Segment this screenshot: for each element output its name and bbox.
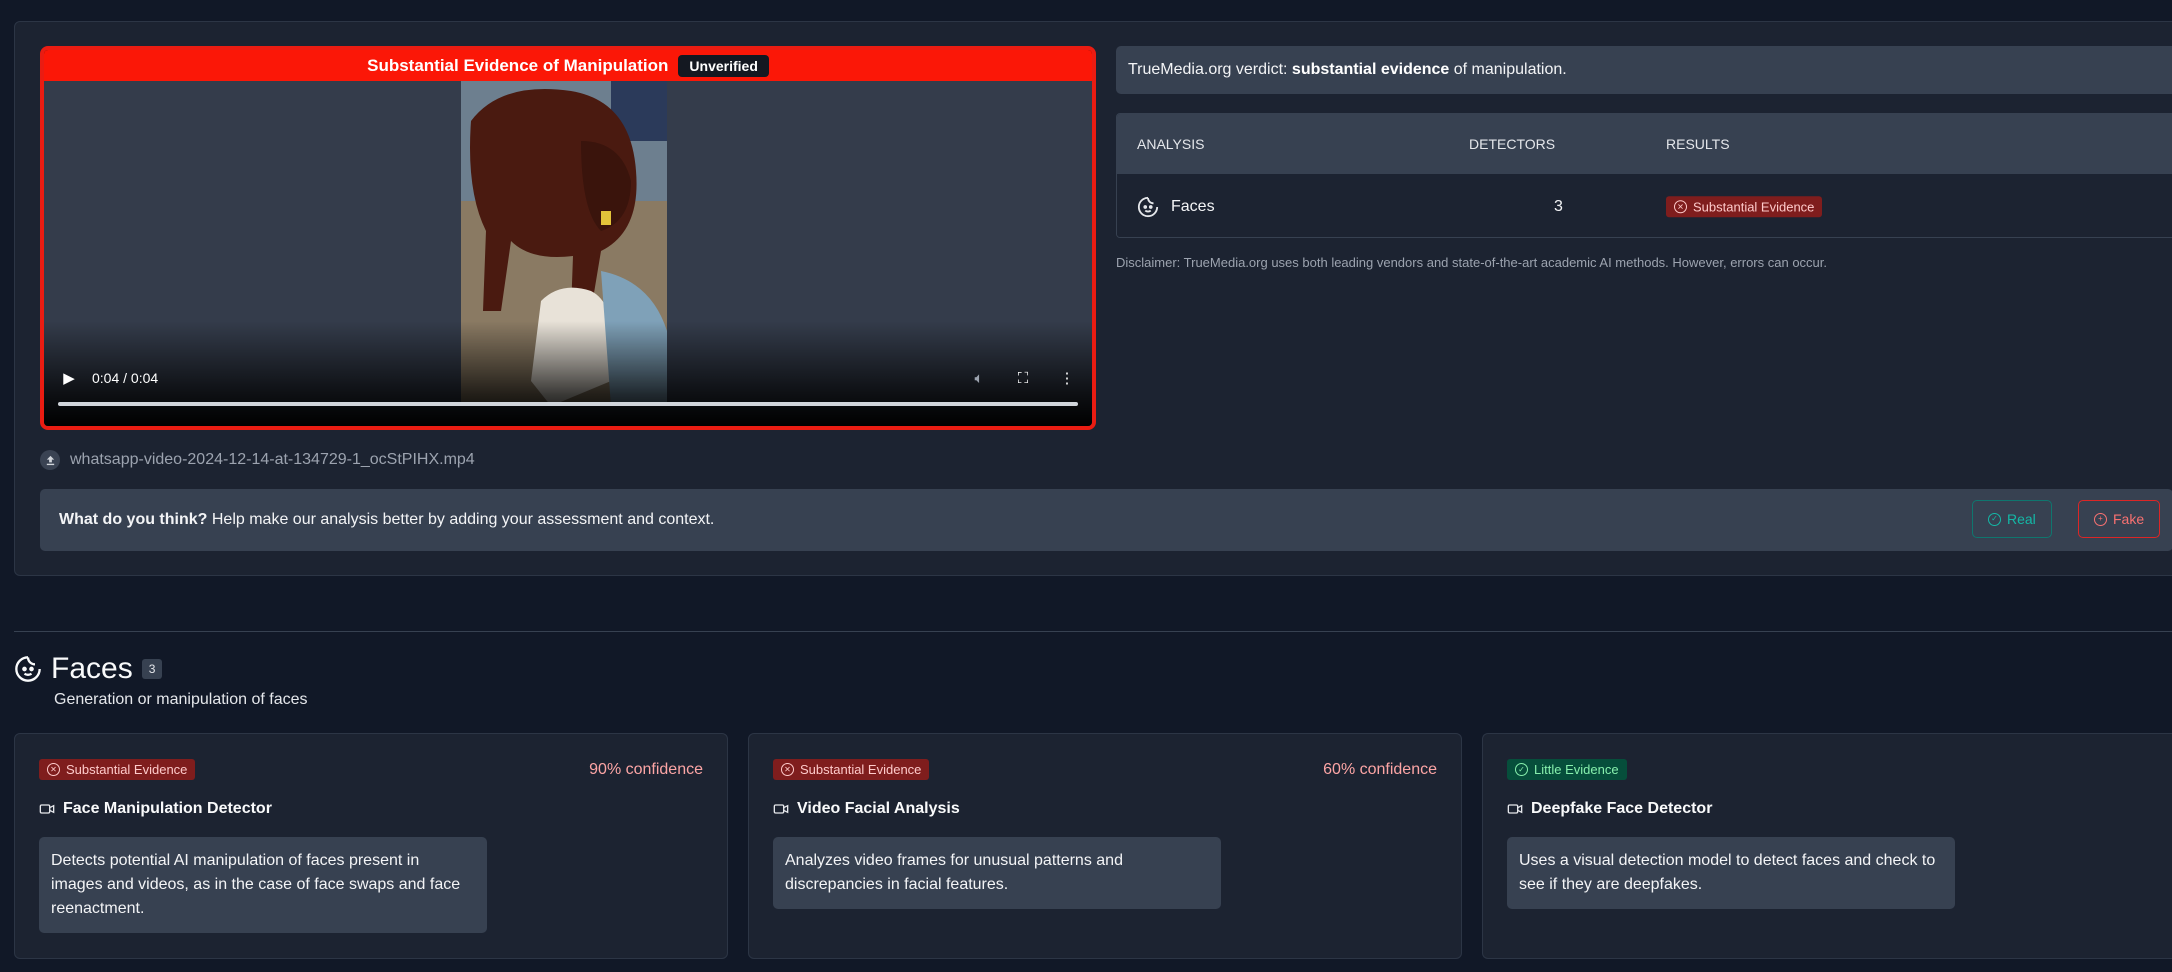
card-badge-label: Little Evidence bbox=[1534, 762, 1619, 777]
card-title: Video Facial Analysis bbox=[797, 800, 960, 817]
x-circle-icon: ✕ bbox=[1674, 200, 1687, 214]
video-player[interactable]: Substantial Evidence of Manipulation Unv… bbox=[40, 46, 1096, 430]
card-title: Deepfake Face Detector bbox=[1531, 800, 1713, 817]
section-divider bbox=[14, 631, 2172, 632]
status-badge: ✓ Little Evidence bbox=[1507, 759, 1627, 780]
volume-icon[interactable]: 🔈︎ bbox=[968, 370, 990, 387]
row-analysis-cell: Faces bbox=[1137, 196, 1215, 218]
plus-circle-icon: + bbox=[2094, 512, 2107, 526]
header-detectors: DETECTORS bbox=[1469, 136, 1556, 152]
x-circle-icon: ✕ bbox=[781, 763, 794, 776]
card-description: Uses a visual detection model to detect … bbox=[1507, 837, 1955, 909]
verdict-summary: TrueMedia.org verdict: substantial evide… bbox=[1116, 46, 2172, 94]
row-result-cell: ✕ Substantial Evidence bbox=[1666, 196, 1823, 218]
verdict-prefix: TrueMedia.org verdict: bbox=[1128, 61, 1292, 78]
detector-card-deepfake-face: ✓ Little Evidence Deepfake Face Detector… bbox=[1482, 733, 2172, 959]
confidence-score: 90% confidence bbox=[589, 761, 703, 778]
card-title: Face Manipulation Detector bbox=[63, 800, 272, 817]
fake-button[interactable]: + Fake bbox=[2078, 500, 2161, 538]
table-header: ANALYSIS DETECTORS RESULTS bbox=[1117, 114, 2172, 174]
faces-section-header: Faces 3 bbox=[14, 652, 163, 686]
video-viewport[interactable]: ▶ 0:04 / 0:04 🔈︎ ⛶ ⋮ bbox=[44, 81, 1092, 426]
video-time: 0:04 / 0:04 bbox=[92, 370, 159, 386]
detector-card-face-manipulation: ✕ Substantial Evidence 90% confidence Fa… bbox=[14, 733, 728, 959]
row-name: Faces bbox=[1171, 197, 1215, 215]
card-title-row: Video Facial Analysis bbox=[773, 800, 960, 818]
card-title-row: Face Manipulation Detector bbox=[39, 800, 272, 818]
detector-count-badge: 3 bbox=[141, 659, 163, 679]
feedback-bar: What do you think? Help make our analysi… bbox=[40, 489, 2172, 551]
play-icon[interactable]: ▶ bbox=[58, 369, 80, 387]
manipulation-banner: Substantial Evidence of Manipulation Unv… bbox=[44, 50, 1092, 81]
fullscreen-icon[interactable]: ⛶ bbox=[1012, 370, 1034, 387]
confidence-score: 60% confidence bbox=[1323, 761, 1437, 778]
banner-verdict-text: Substantial Evidence of Manipulation bbox=[367, 55, 669, 75]
status-badge: ✕ Substantial Evidence bbox=[773, 759, 930, 780]
analysis-panel: Substantial Evidence of Manipulation Unv… bbox=[14, 21, 2172, 576]
section-subtitle: Generation or manipulation of faces bbox=[54, 691, 308, 708]
video-progress-bar[interactable] bbox=[58, 402, 1078, 406]
card-title-row: Deepfake Face Detector bbox=[1507, 800, 1712, 818]
row-result: Substantial Evidence bbox=[1693, 199, 1815, 215]
video-camera-icon bbox=[39, 804, 55, 814]
analysis-table: ANALYSIS DETECTORS RESULTS Faces 3 ✕ Sub… bbox=[1116, 113, 2172, 238]
disclaimer: Disclaimer: TrueMedia.org uses both lead… bbox=[1116, 255, 1828, 270]
header-analysis: ANALYSIS bbox=[1137, 136, 1205, 152]
file-info: whatsapp-video-2024-12-14-at-134729-1_oc… bbox=[40, 450, 475, 470]
feedback-question: What do you think? bbox=[59, 511, 208, 528]
check-circle-icon: ✓ bbox=[1988, 512, 2001, 526]
verdict-strong: substantial evidence bbox=[1291, 61, 1450, 78]
face-icon bbox=[1137, 196, 1159, 217]
video-controls: ▶ 0:04 / 0:04 🔈︎ ⛶ ⋮ bbox=[44, 321, 1092, 426]
upload-icon bbox=[40, 450, 60, 470]
video-camera-icon bbox=[1507, 804, 1523, 814]
card-description: Detects potential AI manipulation of fac… bbox=[39, 837, 487, 933]
more-options-icon[interactable]: ⋮ bbox=[1056, 369, 1078, 387]
real-button[interactable]: ✓ Real bbox=[1972, 500, 2052, 538]
card-badge-label: Substantial Evidence bbox=[800, 762, 922, 777]
video-camera-icon bbox=[773, 804, 789, 814]
detector-card-video-facial: ✕ Substantial Evidence 60% confidence Vi… bbox=[748, 733, 1462, 959]
real-label: Real bbox=[2007, 511, 2036, 527]
section-title: Faces bbox=[51, 652, 133, 685]
file-name: whatsapp-video-2024-12-14-at-134729-1_oc… bbox=[70, 451, 475, 468]
status-badge: ✕ Substantial Evidence bbox=[39, 759, 196, 780]
verdict-suffix: of manipulation. bbox=[1449, 61, 1567, 78]
card-description: Analyzes video frames for unusual patter… bbox=[773, 837, 1221, 909]
face-icon bbox=[15, 656, 41, 682]
table-row[interactable]: Faces 3 ✕ Substantial Evidence bbox=[1117, 174, 2172, 237]
row-detectors: 3 bbox=[1554, 197, 1563, 215]
feedback-text: What do you think? Help make our analysi… bbox=[59, 511, 714, 529]
card-badge-label: Substantial Evidence bbox=[66, 762, 188, 777]
header-results: RESULTS bbox=[1666, 136, 1730, 152]
x-circle-icon: ✕ bbox=[47, 763, 60, 776]
unverified-tag: Unverified bbox=[678, 54, 769, 77]
feedback-prompt: Help make our analysis better by adding … bbox=[207, 511, 715, 528]
fake-label: Fake bbox=[2113, 511, 2145, 527]
check-circle-icon: ✓ bbox=[1515, 763, 1528, 776]
status-badge: ✕ Substantial Evidence bbox=[1666, 196, 1823, 218]
